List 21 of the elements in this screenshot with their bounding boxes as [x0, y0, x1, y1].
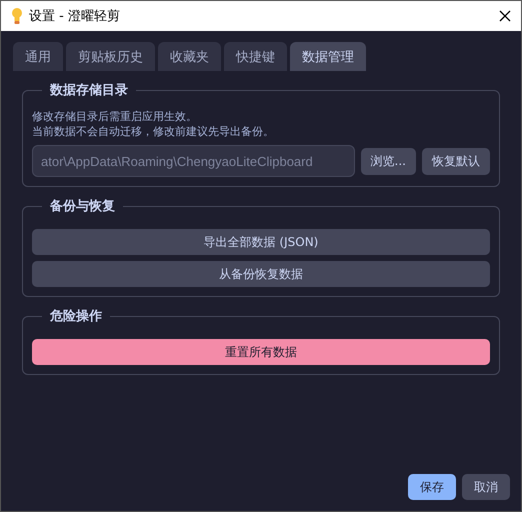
window-title: 设置 - 澄曜轻剪: [29, 8, 121, 25]
tab[interactable]: 快捷键: [224, 42, 287, 71]
path-field[interactable]: ator\AppData\Roaming\ChengyaoLiteClipboard: [32, 145, 355, 177]
save-button[interactable]: 保存: [408, 474, 456, 500]
section-title: 危险操作: [48, 308, 103, 325]
tab[interactable]: 收藏夹: [158, 42, 221, 71]
hint-text: 当前数据不会自动迁移，修改前建议先导出备份。: [32, 124, 275, 139]
browse-button[interactable]: 浏览...: [360, 148, 416, 174]
cancel-button[interactable]: 取消: [462, 474, 510, 500]
reset-default-button[interactable]: 恢复默认: [422, 148, 490, 174]
lightbulb-icon: [11, 7, 23, 25]
section-title: 备份与恢复: [48, 198, 116, 215]
tab[interactable]: 数据管理: [290, 42, 366, 71]
action-button[interactable]: 导出全部数据 (JSON): [32, 229, 490, 255]
reset-button[interactable]: 重置所有数据: [32, 339, 490, 365]
close-icon[interactable]: [499, 10, 511, 22]
hint-text: 修改存储目录后需重启应用生效。: [32, 109, 198, 124]
tab[interactable]: 通用: [13, 42, 63, 71]
tab[interactable]: 剪贴板历史: [66, 42, 155, 71]
action-button[interactable]: 从备份恢复数据: [32, 261, 490, 287]
section-title: 数据存储目录: [48, 82, 129, 99]
